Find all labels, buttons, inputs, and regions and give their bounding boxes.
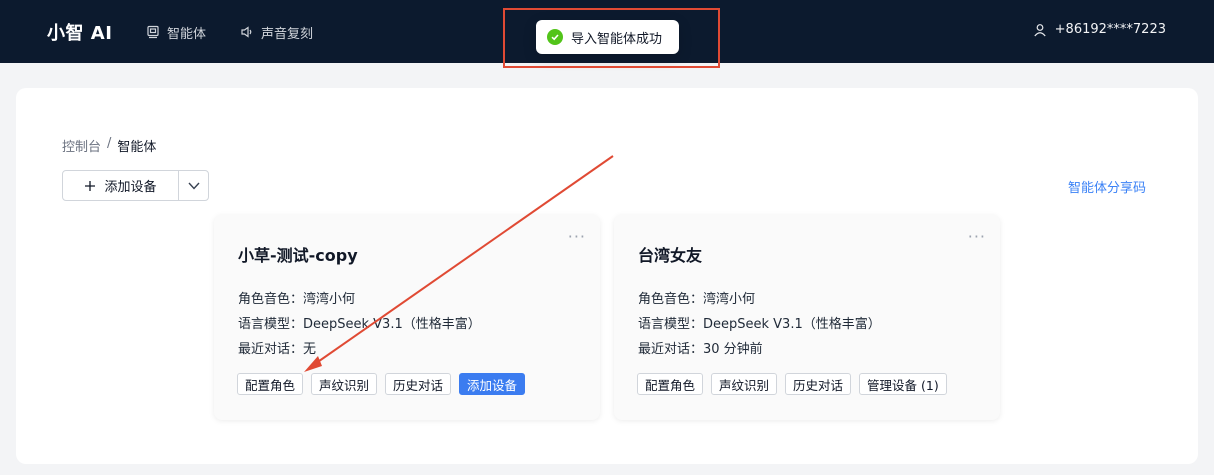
user-phone: +86192****7223 xyxy=(1054,22,1166,37)
agent-recent-chat: 最近对话：30 分钟前 xyxy=(638,342,763,357)
add-device-split-button: 添加设备 xyxy=(62,170,209,201)
add-device-label: 添加设备 xyxy=(104,180,157,195)
configure-role-button[interactable]: 配置角色 xyxy=(637,373,704,395)
breadcrumb-root[interactable]: 控制台 xyxy=(62,136,101,155)
voiceprint-button[interactable]: 声纹识别 xyxy=(711,373,778,395)
add-device-card-button[interactable]: 添加设备 xyxy=(459,373,526,395)
breadcrumb-current: 智能体 xyxy=(117,140,157,155)
nav-item-voice-clone[interactable]: 声音复刻 xyxy=(240,22,313,42)
more-options-icon[interactable]: ··· xyxy=(968,227,986,246)
history-button[interactable]: 历史对话 xyxy=(385,373,452,395)
agent-name: 小草-测试-copy xyxy=(238,246,358,265)
agent-model: 语言模型：DeepSeek V3.1（性格丰富） xyxy=(238,317,481,332)
nav-item-agents[interactable]: 智能体 xyxy=(146,22,206,42)
agent-actions: 配置角色 声纹识别 历史对话 添加设备 xyxy=(237,373,526,395)
agent-card: ··· 小草-测试-copy 角色音色：湾湾小何 语言模型：DeepSeek V… xyxy=(214,215,600,420)
chevron-down-icon xyxy=(187,182,200,190)
agent-voice: 角色音色：湾湾小何 xyxy=(638,292,756,307)
agent-share-code-link[interactable]: 智能体分享码 xyxy=(1068,177,1146,196)
plus-icon xyxy=(85,180,96,191)
history-button[interactable]: 历史对话 xyxy=(785,373,852,395)
voiceprint-button[interactable]: 声纹识别 xyxy=(311,373,378,395)
add-device-dropdown[interactable] xyxy=(179,171,208,200)
agent-recent-chat: 最近对话：无 xyxy=(238,342,317,357)
add-device-button[interactable]: 添加设备 xyxy=(63,171,179,200)
check-circle-icon xyxy=(547,29,563,45)
agent-voice: 角色音色：湾湾小何 xyxy=(238,292,356,307)
agent-actions: 配置角色 声纹识别 历史对话 管理设备 (1) xyxy=(637,373,947,395)
user-icon xyxy=(1033,23,1046,36)
breadcrumb: 控制台 / 智能体 xyxy=(62,136,156,155)
configure-role-button[interactable]: 配置角色 xyxy=(237,373,304,395)
success-toast: 导入智能体成功 xyxy=(536,20,679,54)
agent-name: 台湾女友 xyxy=(638,246,703,265)
more-options-icon[interactable]: ··· xyxy=(568,227,586,246)
agent-model: 语言模型：DeepSeek V3.1（性格丰富） xyxy=(638,317,881,332)
speaker-icon xyxy=(241,26,252,38)
brand-logo[interactable]: 小智 AI xyxy=(47,19,112,45)
user-account[interactable]: +86192****7223 xyxy=(1033,22,1166,37)
main-panel xyxy=(16,88,1198,464)
agent-icon xyxy=(147,25,159,39)
nav-item-label: 声音复刻 xyxy=(261,26,314,42)
breadcrumb-separator: / xyxy=(107,136,112,151)
toast-message: 导入智能体成功 xyxy=(571,31,663,47)
manage-devices-button[interactable]: 管理设备 (1) xyxy=(859,373,947,395)
nav-item-label: 智能体 xyxy=(167,26,207,42)
agent-card: ··· 台湾女友 角色音色：湾湾小何 语言模型：DeepSeek V3.1（性格… xyxy=(614,215,1000,420)
